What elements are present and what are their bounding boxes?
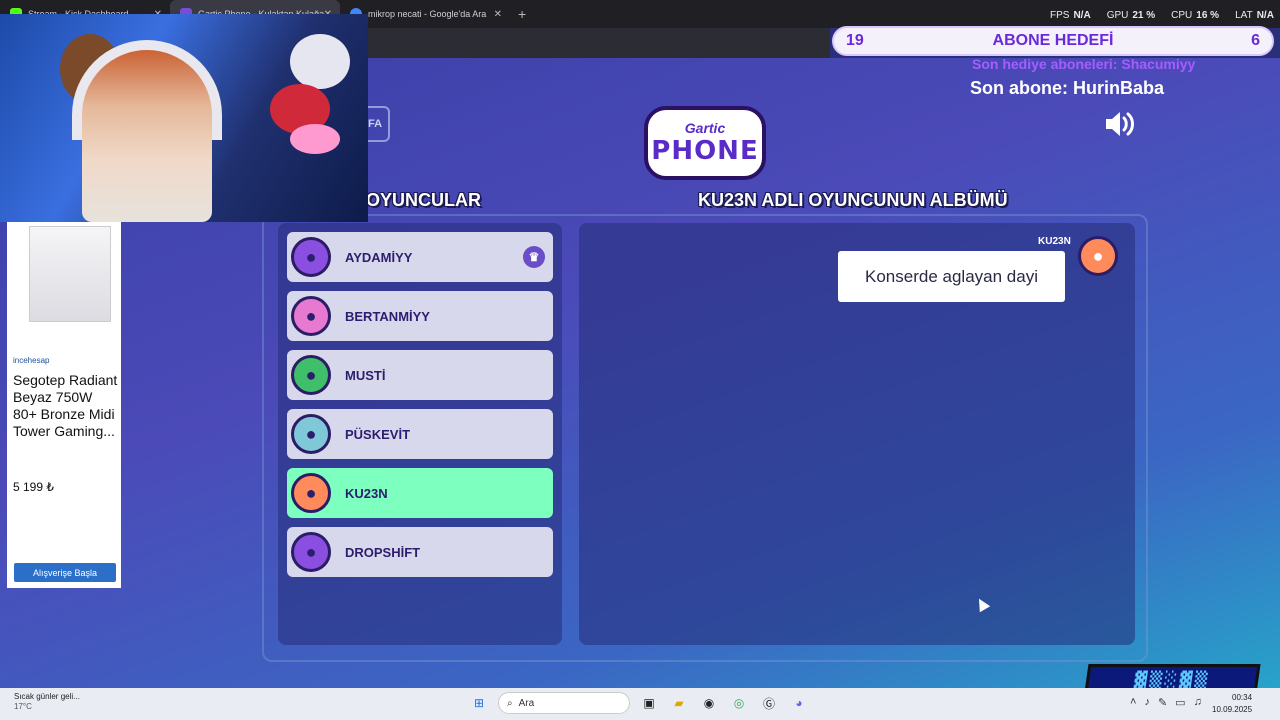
weather-widget[interactable]: Sıcak günler geli... 17°C [14, 692, 80, 712]
clock-time: 00:34 [1232, 693, 1253, 702]
player-row-bertanmiyy[interactable]: ● BERTANMİYY [287, 291, 553, 341]
webcam-overlay [0, 14, 368, 222]
stat-gpu: GPU 21 % [1106, 10, 1156, 21]
gartic-phone-logo: Gartic PHONE [644, 106, 766, 180]
player-row-puskevit[interactable]: ● PÜSKEVİT [287, 409, 553, 459]
tab-title: mikrop necati - Google'da Ara [368, 9, 487, 19]
monster-avatar-icon: ● [291, 296, 331, 336]
logo-top: Gartic [684, 120, 726, 136]
close-icon[interactable]: ✕ [494, 9, 502, 20]
player-row-ku23n[interactable]: ● KU23N [287, 468, 553, 518]
gift-sub-ticker: Son hediye aboneleri: Shacumiyy [972, 56, 1196, 72]
weather-title: Sıcak günler geli... [14, 692, 80, 701]
taskbar-search[interactable]: ⌕ Ara [498, 692, 630, 714]
network-icon[interactable]: ▭ [1175, 696, 1185, 709]
crown-icon: ♛ [523, 246, 545, 268]
player-name: PÜSKEVİT [345, 426, 411, 442]
player-row-dropshift[interactable]: ● DROPSHİFT [287, 527, 553, 577]
taskbar: Sıcak günler geli... 17°C ⊞ ⌕ Ara ▣ ▰ ◉ … [0, 688, 1280, 720]
stat-fps: FPS N/A [1050, 10, 1091, 21]
taskbar-icons: ⊞ ⌕ Ara ▣ ▰ ◉ ◎ Ⓖ ◕ [468, 692, 810, 714]
pc-case-image [29, 226, 111, 322]
chrome-icon[interactable]: ◎ [728, 692, 750, 714]
player-name: AYDAMİYY [345, 249, 413, 265]
player-row-musti[interactable]: ● MUSTİ [287, 350, 553, 400]
volume-icon[interactable]: ♫ [1194, 696, 1202, 709]
player-name: DROPSHİFT [345, 544, 421, 560]
bird-avatar-icon: ● [291, 237, 331, 277]
goal-current: 19 [846, 32, 864, 49]
plush-toy [290, 34, 350, 89]
player-name: MUSTİ [345, 367, 386, 383]
robot-avatar-icon: ● [291, 414, 331, 454]
player-name: KU23N [345, 485, 388, 501]
discord-icon[interactable]: ◕ [788, 692, 810, 714]
obs-icon[interactable]: ◉ [698, 692, 720, 714]
task-view-icon[interactable]: ▣ [638, 692, 660, 714]
file-explorer-icon[interactable]: ▰ [668, 692, 690, 714]
ad-brand: incehesap [13, 356, 50, 365]
app-icon[interactable]: Ⓖ [758, 692, 780, 714]
chevron-up-icon[interactable]: ˄ [1130, 696, 1136, 709]
king-avatar-icon: ● [1078, 236, 1118, 276]
last-subscriber: Son abone: HurinBaba [970, 78, 1165, 98]
taskbar-clock[interactable]: 00:34 10.09.2025 [1212, 692, 1252, 716]
message-bubble: Konserde aglayan dayi [838, 251, 1065, 302]
search-label: Ara [518, 697, 535, 709]
message-author: KU23N [1038, 236, 1071, 247]
goal-label: ABONE HEDEFİ [992, 32, 1114, 49]
stat-lat: LAT N/A [1235, 10, 1274, 21]
ad-price: 5 199 ₺ [13, 480, 54, 494]
king-avatar-icon: ● [291, 473, 331, 513]
logo-bottom: PHONE [651, 136, 759, 166]
clock-date: 10.09.2025 [1212, 705, 1253, 714]
players-heading: OYUNCULAR [366, 190, 481, 210]
player-name: BERTANMİYY [345, 308, 430, 324]
speaker-icon[interactable] [1104, 110, 1136, 138]
windows-start-icon[interactable]: ⊞ [468, 692, 490, 714]
player-row-aydamiyy[interactable]: ● AYDAMİYY ♛ [287, 232, 553, 282]
pen-icon[interactable]: ✎ [1158, 696, 1167, 709]
plush-toy [290, 124, 340, 154]
shop-button[interactable]: Alışverişe Başla [14, 563, 116, 582]
weather-temp: 17°C [14, 702, 32, 711]
goal-target: 6 [1251, 32, 1260, 49]
microphone-icon[interactable]: ♪ [1144, 696, 1150, 709]
subscriber-goal-bar: 19 ABONE HEDEFİ 6 [832, 26, 1274, 56]
album-heading: KU23N ADLI OYUNCUNUN ALBÜMÜ [698, 190, 1008, 210]
bird-avatar-icon: ● [291, 532, 331, 572]
ad-title[interactable]: Segotep Radiant Beyaz 750W 80+ Bronze Mi… [13, 372, 119, 440]
system-tray: ˄ ♪ ✎ ▭ ♫ [1130, 696, 1202, 709]
players-panel: ● AYDAMİYY ♛ ● BERTANMİYY ● MUSTİ ● PÜSK… [278, 223, 562, 645]
advertisement[interactable]: incehesap Segotep Radiant Beyaz 750W 80+… [7, 222, 121, 588]
zombie-avatar-icon: ● [291, 355, 331, 395]
new-tab-button[interactable]: + [518, 6, 526, 22]
performance-stats: FPS N/A GPU 21 % CPU 16 % LAT N/A [1050, 10, 1274, 21]
stat-cpu: CPU 16 % [1171, 10, 1220, 21]
search-icon: ⌕ [507, 697, 513, 709]
